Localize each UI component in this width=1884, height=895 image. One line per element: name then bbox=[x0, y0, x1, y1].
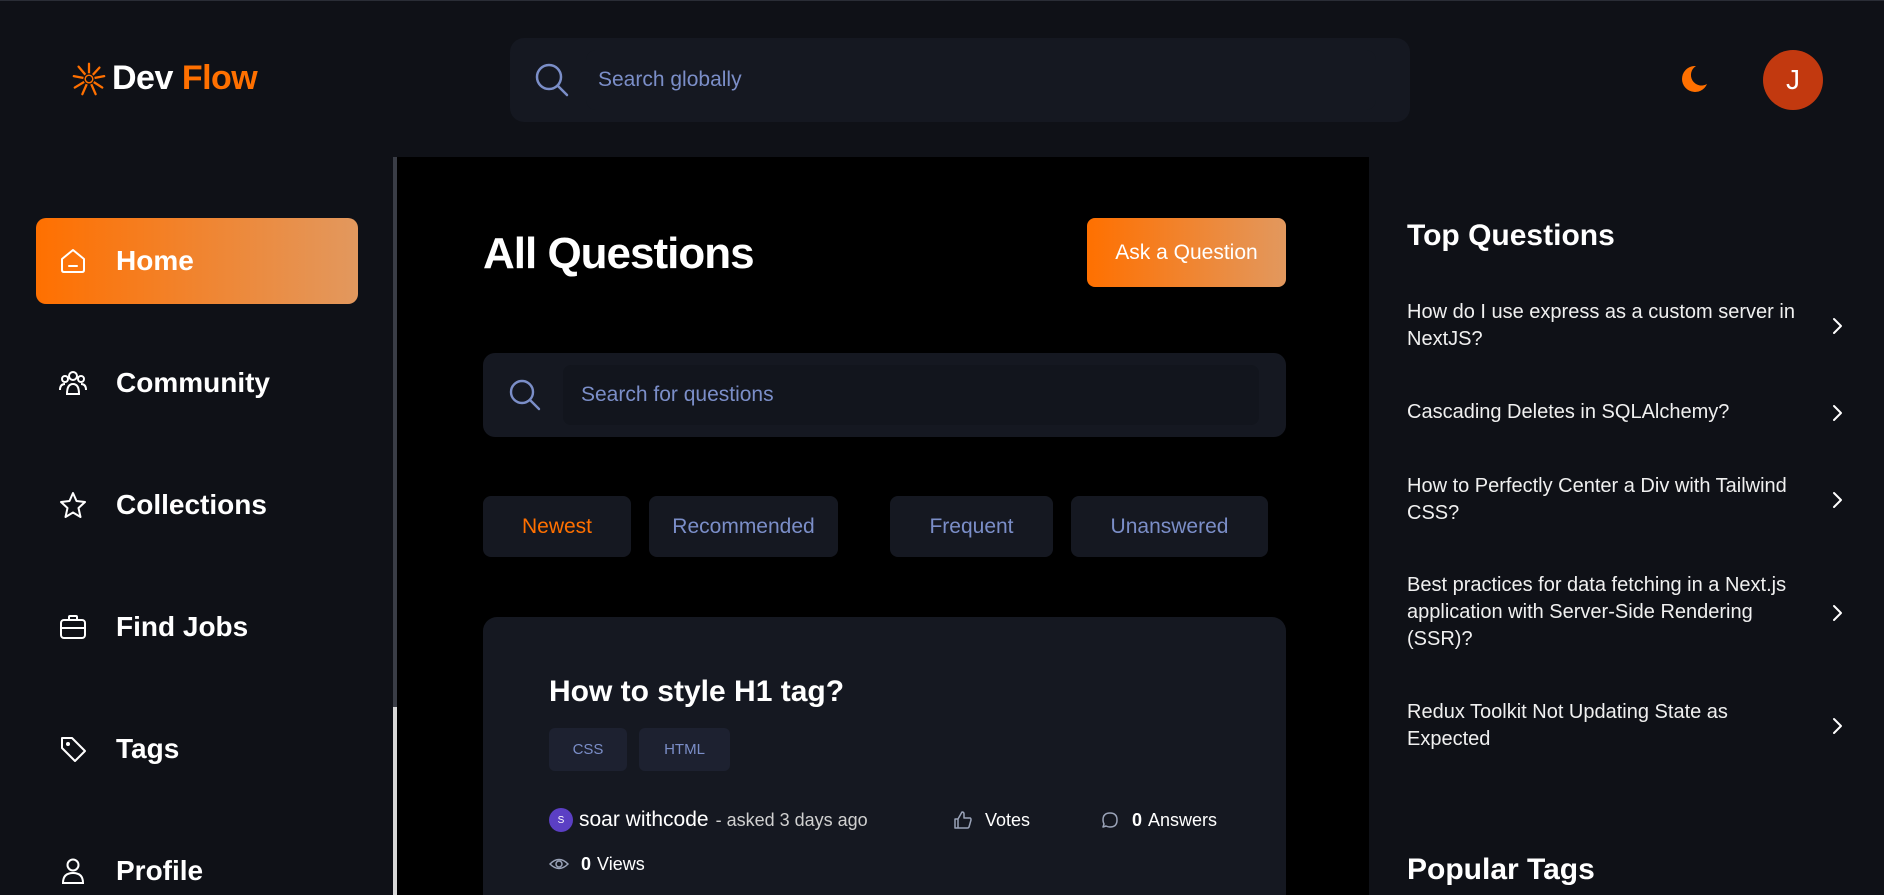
top-question-text[interactable]: Cascading Deletes in SQLAlchemy? bbox=[1407, 399, 1797, 426]
user-icon bbox=[61, 858, 85, 884]
top-questions-title: Top Questions bbox=[1407, 219, 1615, 252]
views-count: 0 bbox=[581, 853, 592, 874]
tag-icon bbox=[61, 737, 86, 762]
user-avatar[interactable]: J bbox=[1763, 50, 1823, 110]
chevron-right-icon[interactable] bbox=[1827, 603, 1847, 623]
sidebar-item-find-jobs[interactable]: Find Jobs bbox=[36, 584, 358, 670]
top-question-text[interactable]: How do I use express as a custom server … bbox=[1407, 299, 1797, 353]
top-question-item[interactable]: How to Perfectly Center a Div with Tailw… bbox=[1407, 473, 1847, 527]
main-content: All Questions Ask a Question Search for … bbox=[397, 157, 1369, 895]
thumbs-up-icon bbox=[954, 811, 972, 829]
chevron-right-icon[interactable] bbox=[1827, 316, 1847, 336]
tag-badge[interactable]: CSS bbox=[549, 728, 627, 771]
search-icon bbox=[535, 63, 569, 97]
sidebar-item-profile[interactable]: Profile bbox=[36, 828, 358, 895]
search-icon bbox=[509, 379, 541, 411]
logo-sunburst-icon bbox=[72, 62, 106, 95]
page-title: All Questions bbox=[483, 229, 755, 278]
answers-count: 0 bbox=[1132, 809, 1143, 830]
top-question-text[interactable]: Redux Toolkit Not Updating State as Expe… bbox=[1407, 699, 1797, 753]
sidebar-item-community[interactable]: Community bbox=[36, 340, 358, 426]
users-icon bbox=[59, 371, 87, 395]
filter-frequent[interactable]: Frequent bbox=[890, 496, 1053, 557]
right-sidebar: Top Questions How do I use express as a … bbox=[1369, 157, 1884, 895]
home-icon bbox=[61, 249, 85, 273]
sidebar-item-label: Tags bbox=[116, 733, 180, 764]
moon-icon[interactable] bbox=[1676, 62, 1710, 96]
answers-stat: 0 Answers bbox=[1100, 807, 1217, 833]
author-avatar: S bbox=[549, 808, 573, 832]
votes-label: Votes bbox=[985, 809, 1031, 830]
navbar: Dev Flow Search globally J bbox=[0, 1, 1884, 157]
views-label: Views bbox=[597, 853, 645, 874]
top-question-item[interactable]: How do I use express as a custom server … bbox=[1407, 299, 1847, 353]
global-search-input[interactable]: Search globally bbox=[586, 50, 1376, 110]
star-icon bbox=[60, 492, 86, 518]
popular-tags-title: Popular Tags bbox=[1407, 853, 1595, 886]
logo-text: Dev Flow bbox=[112, 59, 258, 98]
filter-unanswered[interactable]: Unanswered bbox=[1071, 496, 1268, 557]
tag-badge[interactable]: HTML bbox=[639, 728, 730, 771]
views-stat: 0 Views bbox=[549, 851, 645, 877]
chevron-right-icon[interactable] bbox=[1827, 490, 1847, 510]
author-name[interactable]: soar withcode bbox=[579, 808, 709, 832]
chevron-right-icon[interactable] bbox=[1827, 403, 1847, 423]
top-question-text[interactable]: Best practices for data fetching in a Ne… bbox=[1407, 572, 1797, 653]
logo-text-dev: Dev bbox=[112, 59, 173, 97]
votes-stat: Votes bbox=[953, 807, 1030, 833]
question-title[interactable]: How to style H1 tag? bbox=[549, 675, 844, 709]
sidebar-item-tags[interactable]: Tags bbox=[36, 706, 358, 792]
top-question-item[interactable]: Redux Toolkit Not Updating State as Expe… bbox=[1407, 699, 1847, 753]
sidebar-item-label: Find Jobs bbox=[116, 611, 249, 642]
question-author[interactable]: S soar withcode - asked 3 days ago bbox=[549, 807, 868, 833]
sidebar-item-collections[interactable]: Collections bbox=[36, 462, 358, 548]
left-sidebar: Home Community Collections Find Jobs Tag… bbox=[0, 157, 397, 895]
asked-time: - asked 3 days ago bbox=[715, 809, 868, 830]
question-search-input[interactable]: Search for questions bbox=[563, 365, 1259, 425]
logo[interactable]: Dev Flow bbox=[70, 59, 258, 98]
global-search-bar[interactable]: Search globally bbox=[510, 38, 1410, 122]
filter-newest[interactable]: Newest bbox=[483, 496, 631, 557]
sidebar-item-label: Collections bbox=[116, 489, 267, 520]
question-card[interactable]: How to style H1 tag? CSS HTML S soar wit… bbox=[483, 617, 1286, 895]
eye-icon bbox=[549, 858, 569, 870]
sidebar-item-label: Home bbox=[116, 245, 194, 276]
top-question-text[interactable]: How to Perfectly Center a Div with Tailw… bbox=[1407, 473, 1797, 527]
sidebar-item-label: Profile bbox=[116, 855, 204, 886]
message-icon bbox=[1102, 812, 1118, 828]
answers-label: Answers bbox=[1148, 809, 1218, 830]
logo-text-flow: Flow bbox=[181, 59, 258, 97]
top-question-item[interactable]: Cascading Deletes in SQLAlchemy? bbox=[1407, 399, 1847, 426]
question-search-bar[interactable]: Search for questions bbox=[483, 353, 1286, 437]
top-question-item[interactable]: Best practices for data fetching in a Ne… bbox=[1407, 572, 1847, 653]
sidebar-item-label: Community bbox=[116, 367, 270, 398]
filter-recommended[interactable]: Recommended bbox=[649, 496, 838, 557]
briefcase-icon bbox=[60, 615, 86, 639]
sidebar-item-home[interactable]: Home bbox=[36, 218, 358, 304]
chevron-right-icon[interactable] bbox=[1827, 716, 1847, 736]
ask-question-button[interactable]: Ask a Question bbox=[1087, 218, 1286, 287]
